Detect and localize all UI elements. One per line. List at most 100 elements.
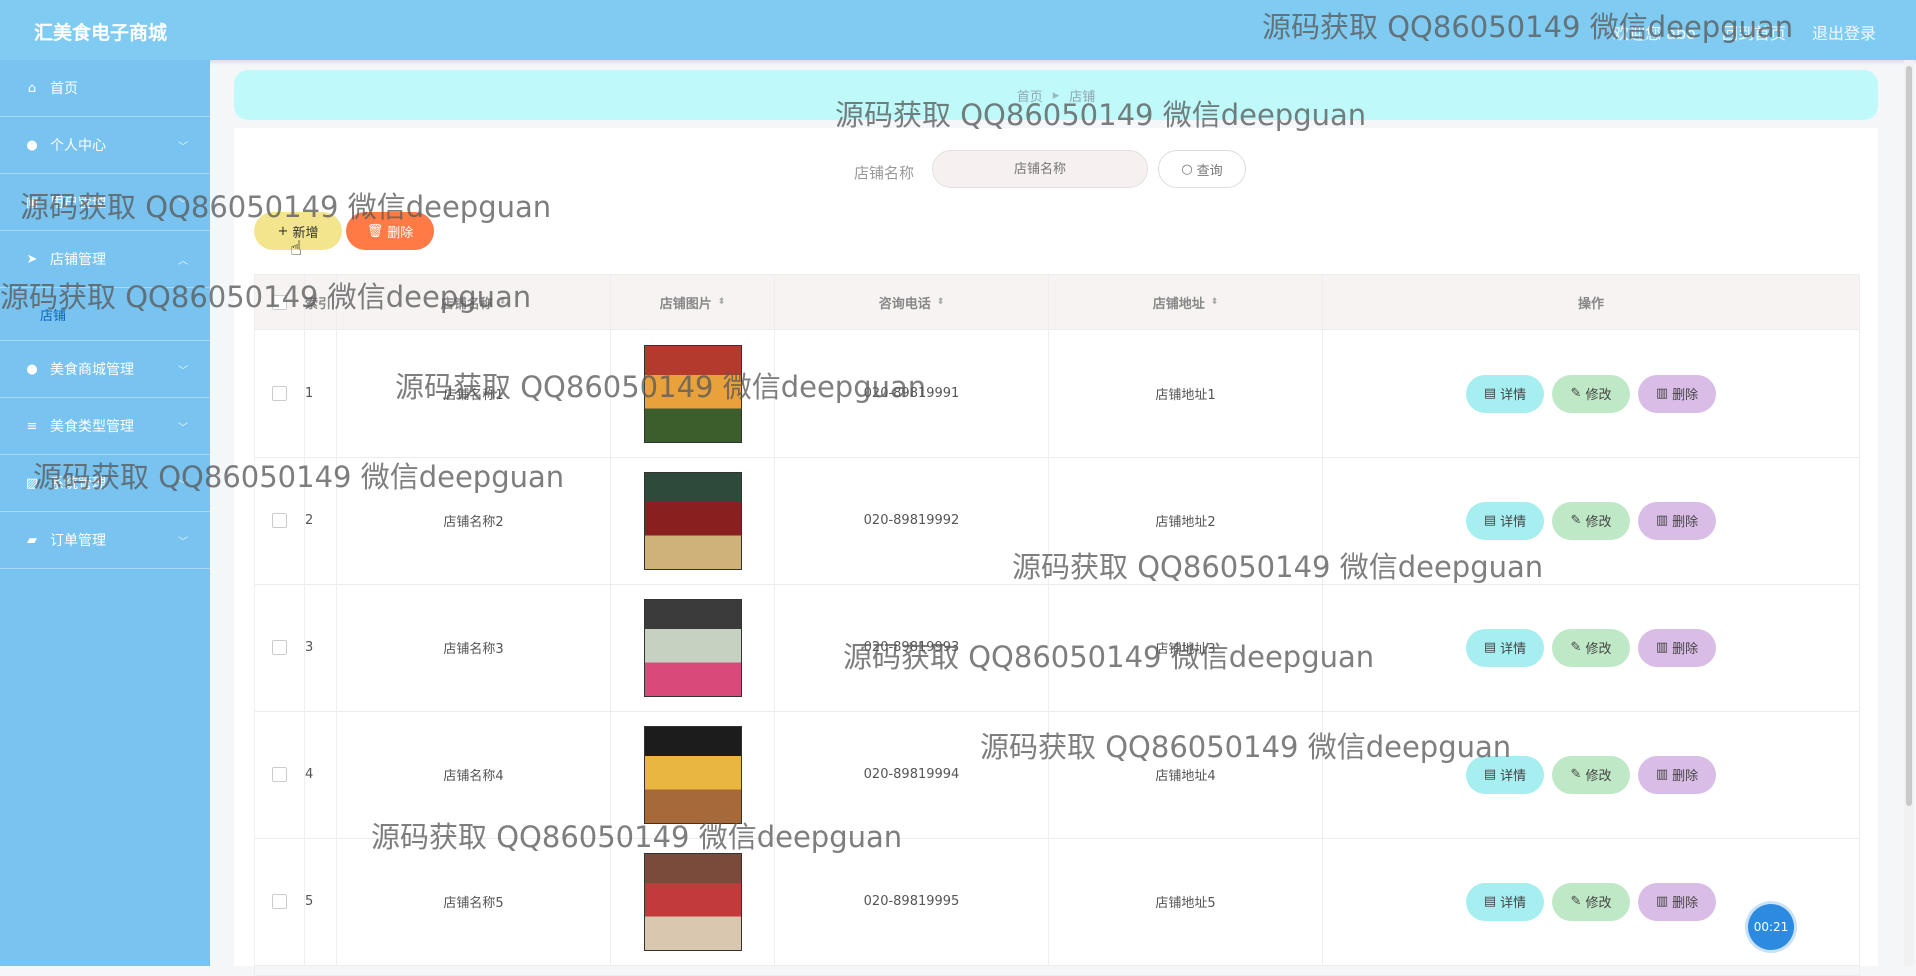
home-icon: ⌂ <box>27 80 37 96</box>
shop-image-cell <box>611 457 775 584</box>
column-header-label: 店铺图片 <box>659 296 712 312</box>
shop-image[interactable] <box>643 471 742 570</box>
chevron-up-icon: ︿ <box>178 255 188 267</box>
detail-button[interactable]: ▤ 详情 <box>1466 755 1544 794</box>
logout-link[interactable]: 退出登录 <box>1812 20 1876 44</box>
shop-image[interactable] <box>643 344 742 443</box>
row-select-cell <box>255 457 305 584</box>
page-scrollbar-thumb[interactable] <box>1906 66 1912 806</box>
edit-button-label: 修改 <box>1585 388 1612 403</box>
row-delete-button[interactable]: ▥ 删除 <box>1638 628 1716 667</box>
column-header-label: 店铺名称 <box>440 296 493 312</box>
sort-icon[interactable]: ⬍ <box>937 297 945 307</box>
sort-icon[interactable]: ⬍ <box>499 297 507 307</box>
trash-icon: ▥ <box>1655 894 1669 909</box>
row-checkbox[interactable] <box>272 894 287 909</box>
detail-button-label: 详情 <box>1500 515 1527 530</box>
search-label: 店铺名称 <box>854 164 915 182</box>
main-panel: 店铺名称 ○ 查询 + 新增 🗑 删除 ☝ 索引 店铺名称⬍ 店铺图片⬍ 咨询电… <box>234 128 1878 976</box>
sidebar-item-label: 个人中心 <box>50 138 106 154</box>
column-header-label: 店铺地址 <box>1152 296 1205 312</box>
row-checkbox[interactable] <box>272 386 287 401</box>
detail-button-label: 详情 <box>1500 642 1527 657</box>
sidebar-item-shop-manage[interactable]: ➤ 店铺管理 ︿ <box>0 231 210 288</box>
row-delete-button[interactable]: ▥ 删除 <box>1638 501 1716 540</box>
user-icon: ● <box>26 137 38 153</box>
index-cell: 1 <box>305 330 337 457</box>
sidebar-item-food-type[interactable]: ≡ 美食类型管理 ﹀ <box>0 398 210 455</box>
row-checkbox[interactable] <box>272 767 287 782</box>
edit-button[interactable]: ✎ 修改 <box>1552 628 1630 667</box>
document-icon: ▤ <box>1483 767 1497 782</box>
edit-button[interactable]: ✎ 修改 <box>1552 374 1630 413</box>
sidebar-item-system[interactable]: ▨ 系统管理 ﹀ <box>0 455 210 512</box>
document-icon: ▤ <box>1483 894 1497 909</box>
delete-button-label: 删除 <box>387 225 414 241</box>
detail-button[interactable]: ▤ 详情 <box>1466 501 1544 540</box>
sidebar-item-food-mall[interactable]: ● 美食商城管理 ﹀ <box>0 341 210 398</box>
column-header-address[interactable]: 店铺地址 ⬍ <box>1049 275 1323 329</box>
column-header-image[interactable]: 店铺图片 ⬍ <box>611 275 775 329</box>
pencil-icon: ✎ <box>1570 767 1582 782</box>
welcome-user-link[interactable]: 欢迎您 abo <box>1613 20 1696 44</box>
column-header-name[interactable]: 店铺名称 ⬍ <box>337 275 611 329</box>
header-links: 欢迎您 abo 回到首页 退出登录 <box>1613 20 1876 44</box>
row-checkbox[interactable] <box>272 640 287 655</box>
sidebar-item-user-manage[interactable]: ▣ 用户管理 ﹀ <box>0 174 210 231</box>
actions-cell: ▤ 详情 ✎ 修改 ▥ 删除 <box>1323 584 1859 711</box>
shop-image[interactable] <box>643 725 742 824</box>
search-button[interactable]: ○ 查询 <box>1158 150 1246 188</box>
column-header-label: 操作 <box>1577 296 1604 312</box>
edit-button[interactable]: ✎ 修改 <box>1552 755 1630 794</box>
pencil-icon: ✎ <box>1570 640 1582 655</box>
breadcrumb-separator-icon: ▸ <box>1052 87 1060 103</box>
trash-icon: ▥ <box>1655 767 1669 782</box>
sidebar-item-label: 用户管理 <box>50 195 106 211</box>
column-header-phone[interactable]: 咨询电话 ⬍ <box>775 275 1049 329</box>
table-row: 5 店铺名称5 020-89819995 店铺地址5 ▤ 详情 ✎ 修改 ▥ 删除 <box>255 838 1859 966</box>
address-cell: 店铺地址4 <box>1049 711 1323 838</box>
trash-icon: 🗑 <box>366 223 384 239</box>
edit-button[interactable]: ✎ 修改 <box>1552 501 1630 540</box>
sidebar-item-label: 系统管理 <box>50 476 106 492</box>
search-button-label: 查询 <box>1196 163 1223 179</box>
edit-button-label: 修改 <box>1585 896 1612 911</box>
phone-cell: 020-89819991 <box>775 330 1049 457</box>
chevron-down-icon: ﹀ <box>178 198 188 210</box>
document-icon: ▤ <box>1483 640 1497 655</box>
sidebar-item-home[interactable]: ⌂ 首页 <box>0 60 210 117</box>
sort-icon[interactable]: ⬍ <box>1211 297 1219 307</box>
sidebar-item-personal-center[interactable]: ● 个人中心 ﹀ <box>0 117 210 174</box>
row-delete-button[interactable]: ▥ 删除 <box>1638 374 1716 413</box>
select-all-checkbox[interactable] <box>272 294 287 310</box>
row-delete-button[interactable]: ▥ 删除 <box>1638 882 1716 921</box>
row-delete-label: 删除 <box>1672 515 1699 530</box>
shop-image-cell <box>611 584 775 711</box>
row-select-cell <box>255 711 305 838</box>
edit-button[interactable]: ✎ 修改 <box>1552 882 1630 921</box>
detail-button[interactable]: ▤ 详情 <box>1466 374 1544 413</box>
back-home-link[interactable]: 回到首页 <box>1722 20 1786 44</box>
list-icon: ≡ <box>26 418 38 434</box>
detail-button[interactable]: ▤ 详情 <box>1466 882 1544 921</box>
detail-button[interactable]: ▤ 详情 <box>1466 628 1544 667</box>
bulk-delete-button[interactable]: 🗑 删除 <box>346 212 434 250</box>
breadcrumb-home[interactable]: 首页 <box>1017 86 1043 105</box>
pencil-icon: ✎ <box>1570 513 1582 528</box>
phone-cell: 020-89819994 <box>775 711 1049 838</box>
top-header: 汇美食电子商城 欢迎您 abo 回到首页 退出登录 <box>0 0 1916 60</box>
sidebar-item-orders[interactable]: ▰ 订单管理 ﹀ <box>0 512 210 569</box>
search-input[interactable] <box>932 150 1148 188</box>
row-select-cell <box>255 838 305 965</box>
row-checkbox[interactable] <box>272 513 287 528</box>
phone-cell: 020-89819995 <box>775 838 1049 965</box>
sidebar-item-label: 首页 <box>50 81 78 97</box>
shop-image[interactable] <box>643 852 742 951</box>
trash-icon: ▥ <box>1655 386 1669 401</box>
row-delete-button[interactable]: ▥ 删除 <box>1638 755 1716 794</box>
index-cell: 3 <box>305 584 337 711</box>
shop-image[interactable] <box>643 598 742 697</box>
sidebar-subitem-shop[interactable]: 店铺 <box>0 288 210 341</box>
select-all-cell <box>255 275 305 329</box>
sort-icon[interactable]: ⬍ <box>718 297 726 307</box>
